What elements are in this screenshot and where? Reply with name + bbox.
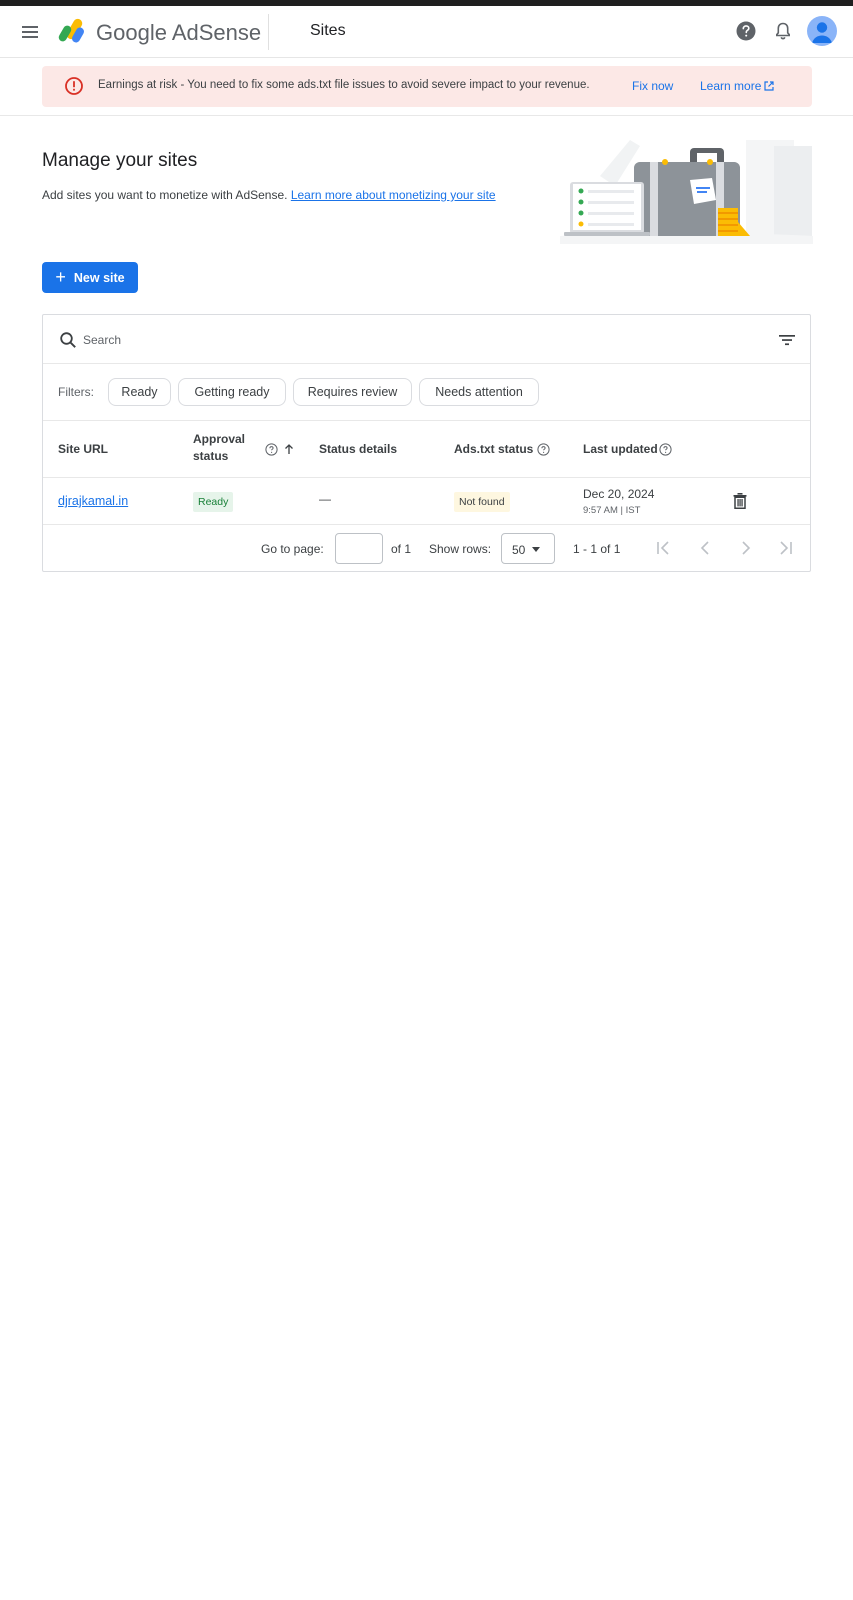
page-name: Sites (310, 22, 346, 39)
trash-icon[interactable] (731, 492, 749, 510)
earnings-alert: Earnings at risk - You need to fix some … (42, 66, 812, 107)
last-page-icon[interactable] (778, 540, 794, 556)
status-details-value: — (319, 492, 331, 506)
sites-illustration (560, 140, 813, 244)
plus-icon: + (55, 266, 66, 287)
new-site-button[interactable]: + New site (42, 262, 138, 293)
column-header-last-updated[interactable]: Last updated (583, 442, 658, 456)
search-input[interactable] (83, 329, 683, 351)
page-title: Manage your sites (42, 150, 198, 171)
filter-icon[interactable] (778, 331, 796, 349)
filter-chip-requires-review[interactable]: Requires review (293, 378, 412, 406)
last-updated-time: 9:57 AM | IST (583, 505, 641, 516)
table-header-row: Site URL Approval status Status details … (43, 421, 810, 478)
filter-chip-needs-attention[interactable]: Needs attention (419, 378, 539, 406)
previous-page-icon[interactable] (697, 540, 713, 556)
header-divider (0, 115, 853, 116)
column-header-ads-txt-status[interactable]: Ads.txt status (454, 442, 533, 456)
menu-icon[interactable] (18, 20, 42, 44)
go-to-page-input[interactable] (335, 533, 383, 564)
column-header-approval-status[interactable]: Approval (193, 432, 245, 446)
open-in-new-icon (764, 81, 774, 91)
adsense-logo-icon (58, 18, 84, 43)
page-range: 1 - 1 of 1 (573, 542, 621, 556)
learn-more-link[interactable]: Learn more (700, 79, 774, 93)
brand-divider (268, 14, 269, 50)
fix-now-link[interactable]: Fix now (632, 79, 673, 93)
user-icon (812, 22, 832, 43)
sites-table-card: Filters: Ready Getting ready Requires re… (42, 314, 811, 572)
bell-icon[interactable] (772, 20, 794, 42)
pagination-bar: Go to page: of 1 Show rows: 50 1 - 1 of … (43, 525, 810, 572)
last-updated-date: Dec 20, 2024 (583, 487, 655, 501)
sort-arrow-up-icon[interactable] (283, 443, 295, 455)
filters-row: Filters: Ready Getting ready Requires re… (43, 364, 810, 421)
ads-txt-help-icon[interactable] (537, 443, 550, 456)
rows-per-page-value: 50 (512, 543, 526, 557)
new-site-label: New site (73, 270, 125, 285)
alert-message: Earnings at risk - You need to fix some … (98, 79, 590, 91)
rows-per-page-select[interactable]: 50 (501, 533, 555, 564)
page-subtitle: Add sites you want to monetize with AdSe… (42, 188, 496, 202)
site-url-link[interactable]: djrajkamal.in (58, 494, 128, 508)
approval-status-badge: Ready (193, 492, 234, 512)
column-header-approval-status-line2: status (193, 449, 229, 463)
show-rows-label: Show rows: (429, 542, 492, 556)
search-icon (60, 332, 76, 348)
caret-down-icon (532, 547, 540, 552)
approval-help-icon[interactable] (265, 443, 278, 456)
filter-chip-getting-ready[interactable]: Getting ready (178, 378, 286, 406)
top-app-bar: Google AdSense Sites (0, 6, 853, 58)
ads-txt-status-badge: Not found (454, 492, 510, 512)
table-row: djrajkamal.in Ready — Not found Dec 20, … (43, 478, 810, 525)
monetizing-learn-more-link[interactable]: Learn more about monetizing your site (291, 188, 496, 202)
next-page-icon[interactable] (738, 540, 754, 556)
first-page-icon[interactable] (655, 540, 671, 556)
go-to-page-label: Go to page: (261, 542, 324, 556)
last-updated-help-icon[interactable] (659, 443, 672, 456)
learn-more-label: Learn more (700, 79, 762, 93)
page-count: of 1 (391, 542, 412, 556)
search-bar (43, 315, 810, 364)
error-icon (65, 77, 83, 95)
filter-chip-ready[interactable]: Ready (108, 378, 171, 406)
brand-name: Google AdSense (96, 20, 262, 45)
column-header-status-details: Status details (319, 442, 398, 456)
help-icon[interactable] (735, 20, 757, 42)
subtitle-text: Add sites you want to monetize with AdSe… (42, 188, 288, 202)
avatar[interactable] (807, 16, 837, 46)
filters-label: Filters: (58, 385, 94, 399)
column-header-site-url[interactable]: Site URL (58, 442, 108, 456)
